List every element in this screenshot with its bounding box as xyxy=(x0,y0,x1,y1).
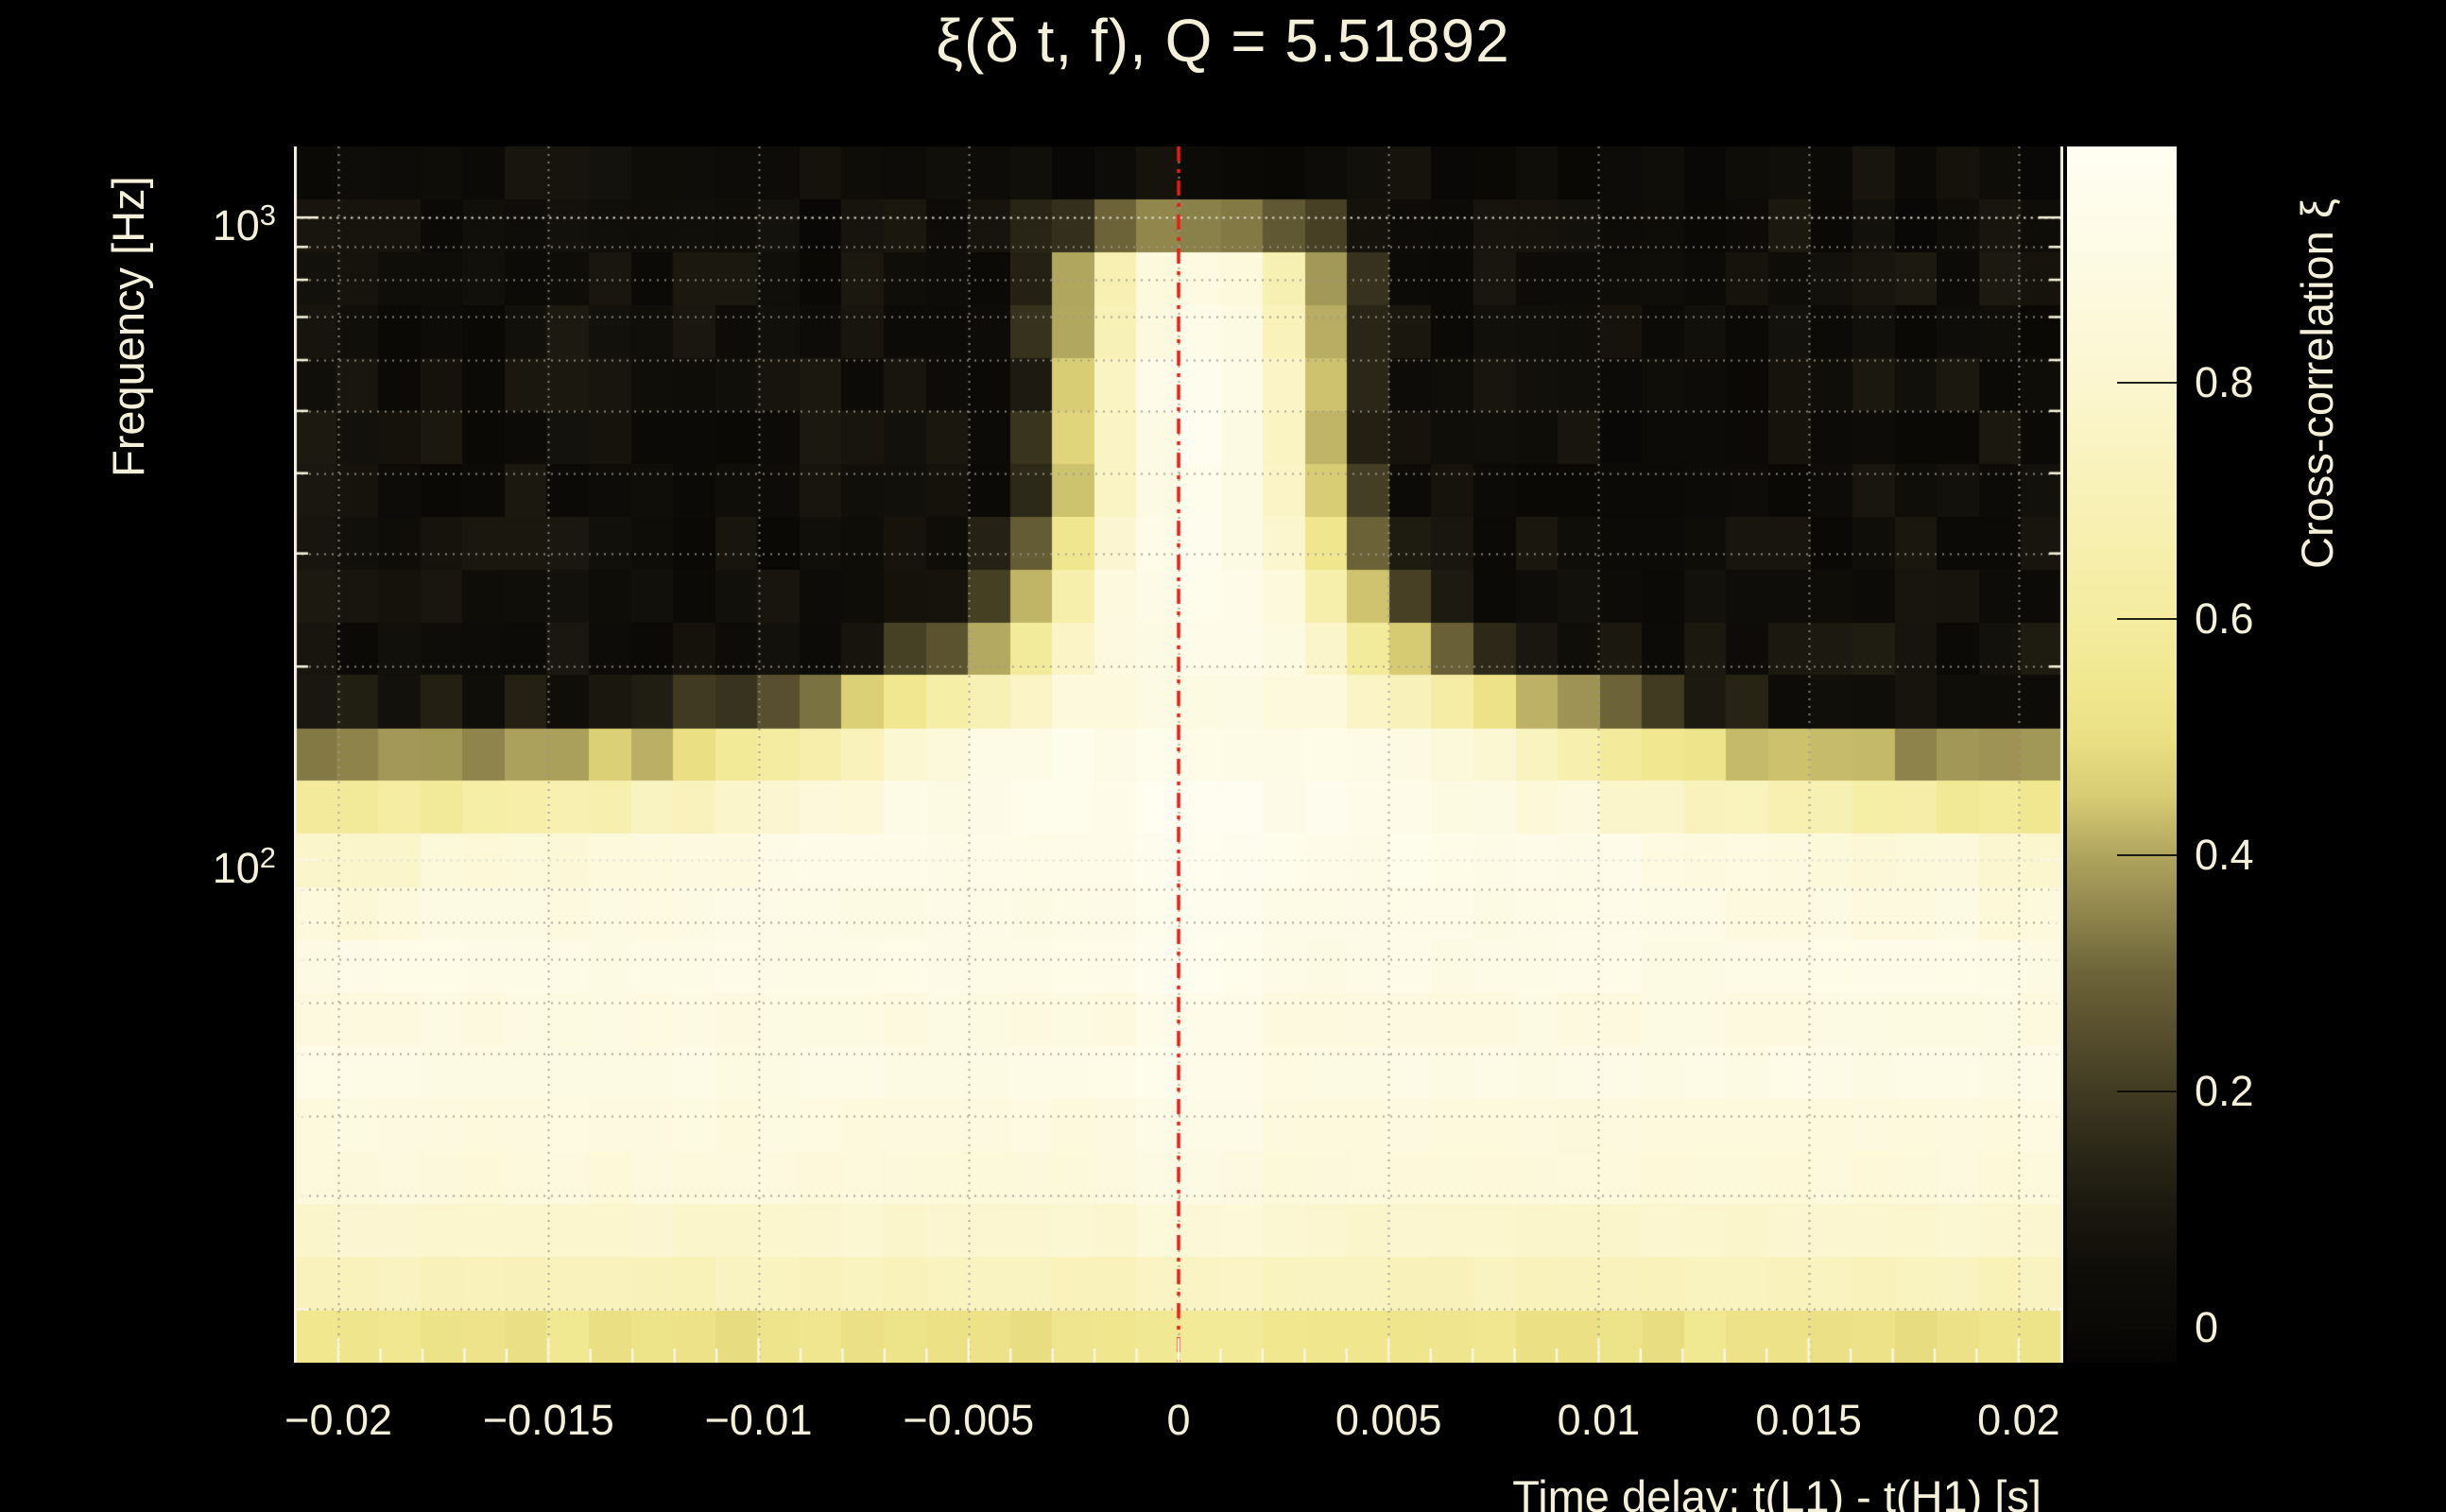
colorbar-tick-label: 0.2 xyxy=(2195,1067,2254,1116)
figure-canvas: ξ(δ t, f), Q = 5.51892 Frequency [Hz] 10… xyxy=(0,0,2446,1512)
colorbar-tick xyxy=(2117,1091,2177,1092)
colorbar-tick xyxy=(2117,1327,2177,1329)
y-tick-label-100: 102 xyxy=(213,833,276,893)
colorbar-tick-label: 0 xyxy=(2195,1303,2218,1352)
x-tick-label: 0.01 xyxy=(1475,1396,1721,1445)
colorbar-tick xyxy=(2117,854,2177,856)
x-tick-label: 0.02 xyxy=(1896,1396,2142,1445)
y-axis-title: Frequency [Hz] xyxy=(102,176,154,477)
plot-area xyxy=(294,146,2063,1363)
x-tick-label: −0.015 xyxy=(425,1396,671,1445)
colorbar-title: Cross-correlation ξ xyxy=(2291,198,2343,569)
colorbar-tick xyxy=(2117,618,2177,620)
x-tick-label: −0.02 xyxy=(215,1396,461,1445)
x-tick-label: −0.01 xyxy=(636,1396,882,1445)
colorbar-tick-label: 0.6 xyxy=(2195,594,2254,644)
x-tick-label: 0.005 xyxy=(1266,1396,1511,1445)
x-tick-label: 0 xyxy=(1056,1396,1301,1445)
colorbar-gradient xyxy=(2067,146,2177,1363)
heatmap-canvas xyxy=(294,146,2063,1363)
colorbar-tick-label: 0.8 xyxy=(2195,358,2254,407)
x-axis-title: Time delay: t(L1) - t(H1) [s] xyxy=(1512,1470,2041,1512)
chart-title: ξ(δ t, f), Q = 5.51892 xyxy=(0,6,2446,76)
y-tick-label-1000: 103 xyxy=(213,191,276,250)
colorbar-tick-label: 0.4 xyxy=(2195,831,2254,880)
colorbar-tick xyxy=(2117,382,2177,384)
x-tick-label: −0.005 xyxy=(846,1396,1092,1445)
x-tick-label: 0.015 xyxy=(1686,1396,1932,1445)
